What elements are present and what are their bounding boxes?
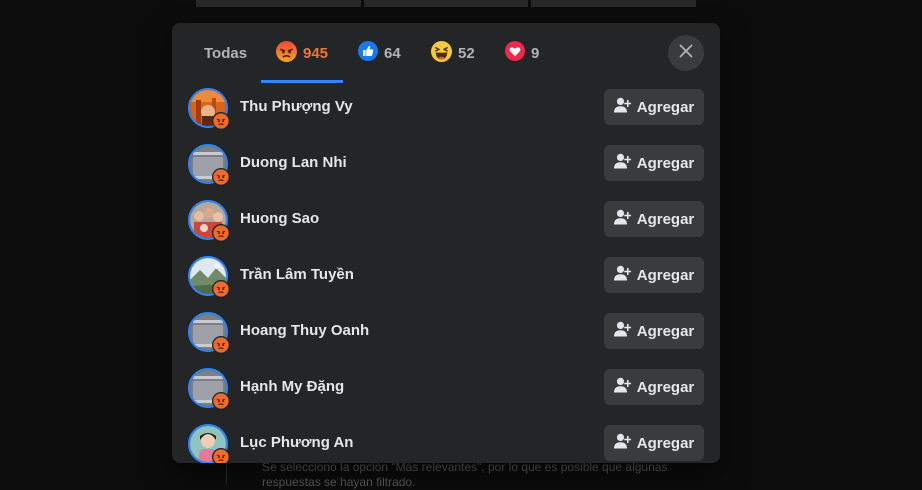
avatar[interactable] <box>188 144 230 186</box>
background-post-image <box>196 0 361 7</box>
add-friend-label: Agregar <box>636 378 695 396</box>
person-name[interactable]: Huong Sao <box>240 210 319 227</box>
avatar[interactable] <box>188 256 230 298</box>
avatar[interactable] <box>188 368 230 410</box>
background-post-image <box>364 0 528 7</box>
avatar[interactable] <box>188 424 230 463</box>
list-item: Hạnh My Đặng Agregar <box>172 363 720 419</box>
add-friend-icon <box>613 153 632 173</box>
add-friend-icon <box>613 377 632 397</box>
add-friend-button[interactable]: Agregar <box>604 145 704 181</box>
add-friend-icon <box>613 265 632 285</box>
person-name[interactable]: Hạnh My Đặng <box>240 378 344 395</box>
list-item: Huong Sao Agregar <box>172 195 720 251</box>
add-friend-button[interactable]: Agregar <box>604 201 704 237</box>
tab-angry[interactable]: 945 <box>276 23 328 83</box>
add-friend-icon <box>613 209 632 229</box>
angry-icon <box>212 168 230 186</box>
background-caption: Se seleccionó la opción "Más relevantes"… <box>262 460 668 489</box>
reaction-tabs: Todas 945 64 52 9 <box>172 23 720 83</box>
angry-icon <box>212 224 230 242</box>
person-name[interactable]: Thu Phượng Vy <box>240 98 353 115</box>
tab-angry-count: 945 <box>303 44 329 62</box>
tab-love-count: 9 <box>531 44 540 62</box>
list-item: Lục Phương An Agregar <box>172 419 720 463</box>
reactions-dialog: Todas 945 64 52 9 Thu Phượng Vy Agregar … <box>172 23 720 463</box>
angry-icon <box>212 336 230 354</box>
tab-like-count: 64 <box>384 44 401 62</box>
tab-haha[interactable]: 52 <box>431 23 475 83</box>
angry-icon <box>212 280 230 298</box>
add-friend-button[interactable]: Agregar <box>604 313 704 349</box>
add-friend-label: Agregar <box>636 154 695 172</box>
close-icon <box>679 44 693 63</box>
angry-icon <box>212 112 230 130</box>
tab-love[interactable]: 9 <box>505 23 539 83</box>
list-item: Duong Lan Nhi Agregar <box>172 139 720 195</box>
list-item: Thu Phượng Vy Agregar <box>172 83 720 139</box>
tab-like[interactable]: 64 <box>358 23 401 83</box>
add-friend-label: Agregar <box>636 266 695 284</box>
add-friend-icon <box>613 97 632 117</box>
add-friend-button[interactable]: Agregar <box>604 89 704 125</box>
add-friend-icon <box>613 321 632 341</box>
love-icon <box>505 41 525 65</box>
person-name[interactable]: Lục Phương An <box>240 434 353 451</box>
avatar[interactable] <box>188 312 230 354</box>
list-item: Hoang Thuy Oanh Agregar <box>172 307 720 363</box>
like-icon <box>358 41 378 65</box>
person-name[interactable]: Trần Lâm Tuyền <box>240 266 354 283</box>
add-friend-label: Agregar <box>636 98 695 116</box>
angry-icon <box>212 392 230 410</box>
add-friend-label: Agregar <box>636 210 695 228</box>
angry-icon <box>276 40 297 66</box>
add-friend-label: Agregar <box>636 434 695 452</box>
add-friend-button[interactable]: Agregar <box>604 369 704 405</box>
add-friend-label: Agregar <box>636 322 695 340</box>
haha-icon <box>431 40 452 66</box>
background-post-image <box>531 0 696 7</box>
list-item: Trần Lâm Tuyền Agregar <box>172 251 720 307</box>
tab-all[interactable]: Todas <box>204 23 247 83</box>
person-name[interactable]: Duong Lan Nhi <box>240 154 347 171</box>
close-button[interactable] <box>668 35 704 71</box>
add-friend-button[interactable]: Agregar <box>604 425 704 461</box>
angry-icon <box>212 448 230 463</box>
add-friend-button[interactable]: Agregar <box>604 257 704 293</box>
reactions-list: Thu Phượng Vy Agregar Duong Lan Nhi Agre… <box>172 83 720 463</box>
tab-all-label: Todas <box>204 44 248 62</box>
background-divider <box>226 462 227 485</box>
avatar[interactable] <box>188 200 230 242</box>
add-friend-icon <box>613 433 632 453</box>
tab-haha-count: 52 <box>458 44 475 62</box>
avatar[interactable] <box>188 88 230 130</box>
person-name[interactable]: Hoang Thuy Oanh <box>240 322 369 339</box>
